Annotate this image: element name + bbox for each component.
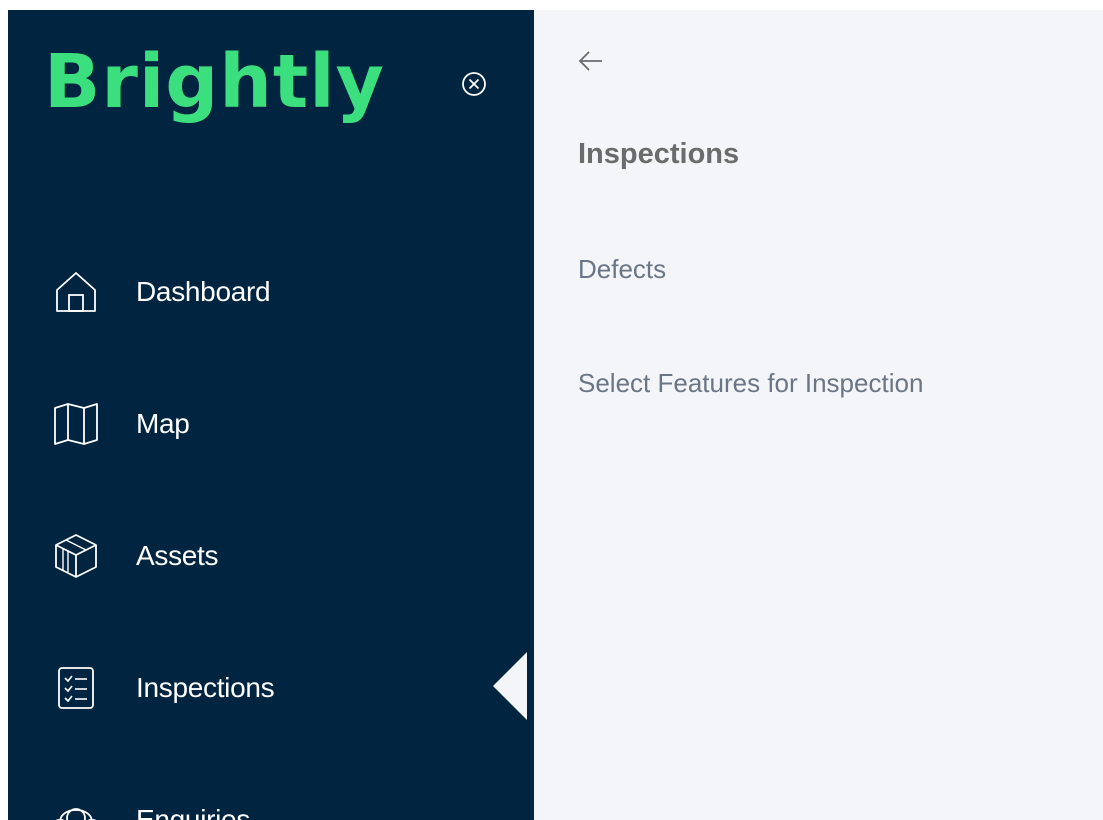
submenu-link-select-features[interactable]: Select Features for Inspection xyxy=(578,368,923,399)
sidebar-item-dashboard[interactable]: Dashboard xyxy=(52,262,271,322)
sidebar-item-label: Map xyxy=(136,408,190,439)
close-sidebar-button[interactable] xyxy=(456,66,492,102)
box-icon xyxy=(52,532,100,580)
sidebar-item-enquiries[interactable]: Enquiries xyxy=(52,790,250,820)
brightly-logo[interactable]: Brightly xyxy=(44,32,385,132)
sidebar-item-assets[interactable]: Assets xyxy=(52,526,219,586)
submenu-panel: Inspections Defects Select Features for … xyxy=(534,10,1103,820)
submenu-link-defects[interactable]: Defects xyxy=(578,254,666,285)
app-window: Brightly Dashboard Map Assets Inspection… xyxy=(0,0,1103,820)
circle-x-icon xyxy=(462,72,486,96)
sidebar-item-label: Inspections xyxy=(136,672,275,703)
active-item-pointer xyxy=(493,652,527,720)
arrow-left-icon xyxy=(578,51,602,71)
sidebar-item-label: Dashboard xyxy=(136,276,271,307)
sidebar-item-label: Enquiries xyxy=(136,804,251,820)
back-button[interactable] xyxy=(574,44,608,78)
checklist-icon xyxy=(52,664,100,712)
headset-icon xyxy=(52,796,100,820)
sidebar: Brightly Dashboard Map Assets Inspection… xyxy=(8,10,534,820)
logo-text: Brightly xyxy=(44,39,385,125)
sidebar-item-map[interactable]: Map xyxy=(52,394,190,454)
sidebar-item-inspections[interactable]: Inspections xyxy=(52,658,275,718)
home-icon xyxy=(52,268,100,316)
panel-title: Inspections xyxy=(578,138,740,170)
map-icon xyxy=(52,400,100,448)
sidebar-item-label: Assets xyxy=(136,540,219,571)
